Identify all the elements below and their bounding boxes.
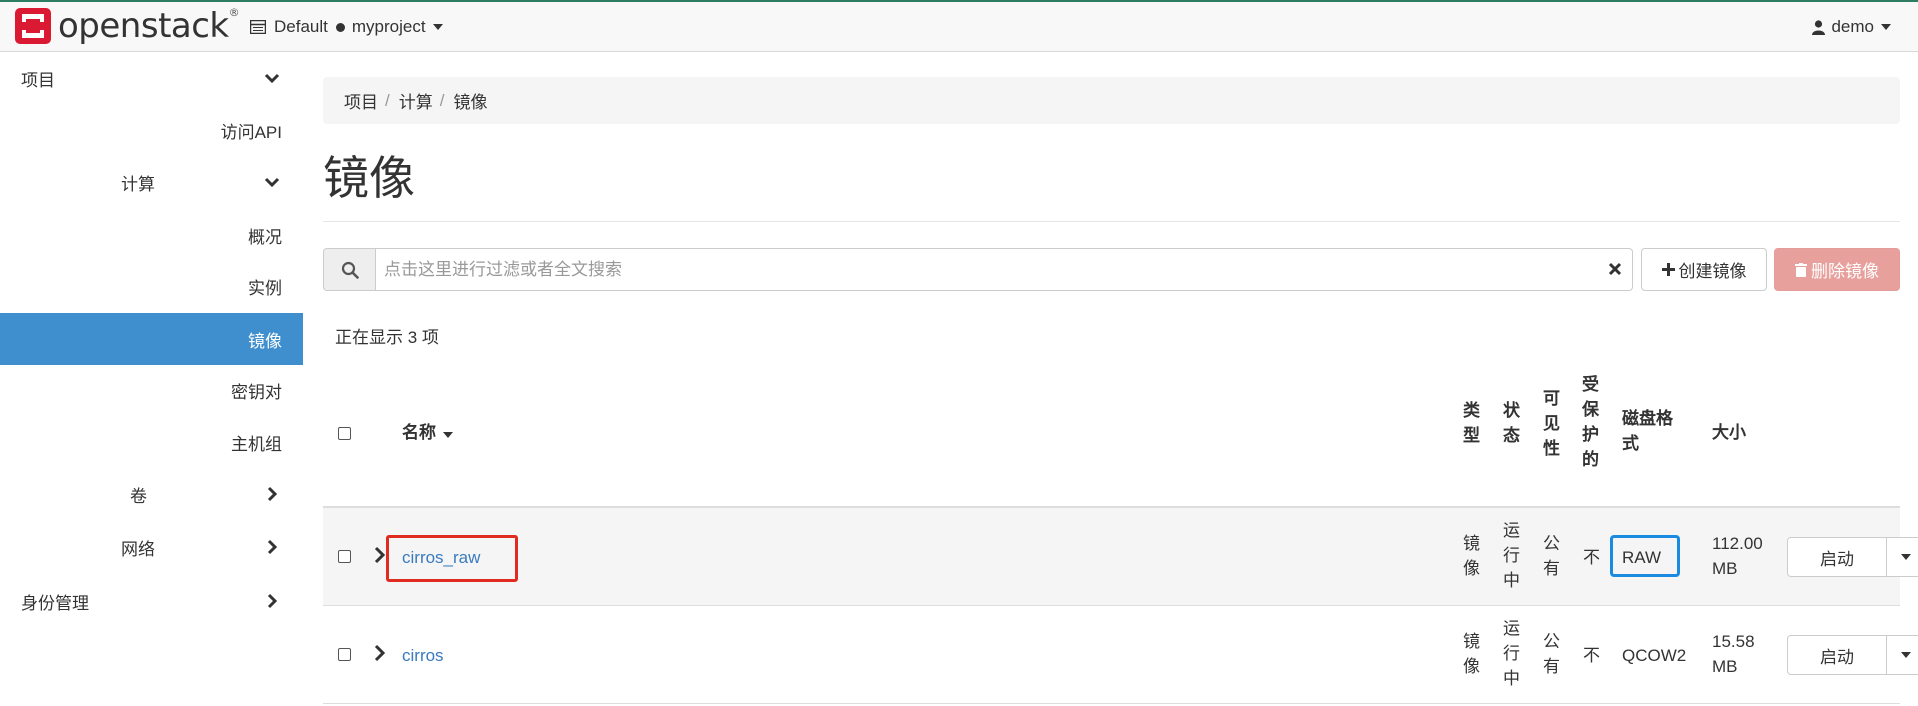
chevron-right-icon bbox=[267, 539, 278, 555]
image-type: 镜像 bbox=[1463, 632, 1480, 676]
search-bar bbox=[323, 248, 1633, 291]
breadcrumb-separator: / bbox=[385, 90, 390, 110]
sidebar-item-label: 实例 bbox=[248, 278, 282, 298]
chevron-down-icon bbox=[264, 73, 280, 84]
caret-down-icon bbox=[432, 24, 443, 30]
page-title: 镜像 bbox=[323, 152, 415, 204]
expand-row-chevron-icon[interactable] bbox=[373, 546, 387, 564]
top-navbar: openstack® Default myproject demo bbox=[0, 0, 1918, 52]
clear-search-icon[interactable] bbox=[1607, 261, 1623, 277]
image-protected: 不 bbox=[1583, 548, 1600, 567]
launch-button[interactable]: 启动 bbox=[1787, 537, 1887, 577]
image-visibility: 公有 bbox=[1543, 534, 1560, 578]
breadcrumb-item-images: 镜像 bbox=[453, 93, 488, 112]
launch-button-group: 启动 bbox=[1787, 537, 1918, 577]
user-name: demo bbox=[1831, 17, 1874, 36]
separator-dot-icon bbox=[335, 22, 345, 32]
project-table-icon bbox=[250, 20, 266, 34]
sidebar-item-identity[interactable]: 身份管理 bbox=[0, 576, 303, 626]
launch-button[interactable]: 启动 bbox=[1787, 635, 1887, 675]
caret-down-icon bbox=[1900, 652, 1911, 658]
search-icon bbox=[341, 261, 359, 279]
launch-button-group: 启动 bbox=[1787, 635, 1918, 675]
user-icon bbox=[1812, 19, 1826, 35]
create-image-button[interactable]: 创建镜像 bbox=[1641, 248, 1767, 291]
sidebar-item-label: 计算 bbox=[121, 174, 155, 194]
sidebar-item-compute[interactable]: 计算 bbox=[0, 157, 303, 207]
launch-dropdown-toggle[interactable] bbox=[1887, 635, 1918, 675]
sidebar-item-label: 密钥对 bbox=[231, 382, 282, 402]
image-name-link[interactable]: cirros bbox=[402, 643, 444, 668]
sidebar-item-label: 身份管理 bbox=[21, 593, 89, 613]
column-header-size[interactable]: 大小 bbox=[1712, 420, 1746, 445]
breadcrumb-item-compute[interactable]: 计算 bbox=[399, 88, 433, 113]
sidebar-item-label: 卷 bbox=[130, 486, 147, 506]
domain-label: Default bbox=[274, 17, 328, 36]
search-addon[interactable] bbox=[323, 248, 375, 291]
create-image-label: 创建镜像 bbox=[1678, 262, 1747, 281]
column-header-visibility[interactable]: 可见性 bbox=[1543, 386, 1561, 461]
table-row: cirros_raw 镜像 运行中 公有 不 RAW 112.00 MB 启动 bbox=[323, 508, 1918, 606]
sidebar-item-label: 主机组 bbox=[231, 434, 282, 454]
sidebar-item-label: 网络 bbox=[121, 539, 155, 559]
plus-icon bbox=[1661, 263, 1675, 276]
column-header-type[interactable]: 类型 bbox=[1463, 398, 1481, 448]
sidebar-item-label: 访问API bbox=[220, 122, 282, 142]
chevron-down-icon bbox=[264, 177, 280, 188]
row-select-checkbox[interactable] bbox=[338, 648, 351, 661]
image-size: 15.58 MB bbox=[1712, 632, 1755, 676]
brand-name: openstack® bbox=[58, 6, 240, 46]
delete-images-button[interactable]: 删除镜像 bbox=[1774, 248, 1900, 291]
image-name-link[interactable]: cirros_raw bbox=[402, 545, 480, 570]
image-disk-format: QCOW2 bbox=[1622, 646, 1687, 665]
sidebar-item-images[interactable]: 镜像 bbox=[0, 313, 303, 365]
sidebar-item-label: 概况 bbox=[248, 227, 282, 247]
items-count: 正在显示 3 项 bbox=[335, 328, 439, 347]
sidebar-item-keypairs[interactable]: 密钥对 bbox=[0, 365, 303, 415]
sidebar-item-instances[interactable]: 实例 bbox=[0, 261, 303, 311]
title-divider bbox=[323, 221, 1900, 222]
image-protected: 不 bbox=[1583, 646, 1600, 665]
chevron-right-icon bbox=[267, 486, 278, 502]
sidebar: 项目 访问API 计算 概况 实例 镜像 密钥对 主机组 卷 网络 身份管理 bbox=[0, 53, 303, 706]
image-visibility: 公有 bbox=[1543, 632, 1560, 676]
caret-down-icon bbox=[1881, 24, 1891, 30]
project-label: myproject bbox=[351, 17, 426, 36]
image-disk-format: RAW bbox=[1622, 548, 1662, 567]
sidebar-item-project[interactable]: 项目 bbox=[0, 53, 303, 103]
table-row: cirros 镜像 运行中 公有 不 QCOW2 15.58 MB 启动 bbox=[323, 606, 1918, 704]
column-header-disk-format[interactable]: 磁盘格式 bbox=[1622, 406, 1682, 456]
sidebar-item-network[interactable]: 网络 bbox=[0, 522, 303, 572]
caret-down-icon bbox=[1900, 554, 1911, 560]
image-size: 112.00 MB bbox=[1712, 534, 1763, 578]
column-header-name[interactable]: 名称 bbox=[402, 420, 453, 445]
sidebar-item-volumes[interactable]: 卷 bbox=[0, 469, 303, 519]
sidebar-item-label: 项目 bbox=[21, 70, 55, 90]
launch-dropdown-toggle[interactable] bbox=[1887, 537, 1918, 577]
column-header-status[interactable]: 状态 bbox=[1503, 398, 1521, 448]
sidebar-item-server-groups[interactable]: 主机组 bbox=[0, 417, 303, 467]
project-switcher[interactable]: Default myproject bbox=[250, 14, 443, 40]
expand-row-chevron-icon[interactable] bbox=[373, 644, 387, 662]
chevron-right-icon bbox=[267, 593, 278, 609]
breadcrumb-separator: / bbox=[439, 90, 445, 110]
user-menu[interactable]: demo bbox=[1812, 14, 1891, 40]
select-all-checkbox[interactable] bbox=[338, 427, 351, 440]
image-status: 运行中 bbox=[1503, 521, 1520, 590]
delete-images-label: 删除镜像 bbox=[1811, 262, 1879, 281]
column-header-protected[interactable]: 受保护的 bbox=[1582, 372, 1600, 472]
sidebar-item-label: 镜像 bbox=[248, 331, 282, 351]
breadcrumb: 项目 / 计算 / 镜像 bbox=[323, 77, 1900, 124]
sort-caret-icon bbox=[443, 432, 453, 438]
sidebar-item-access-api[interactable]: 访问API bbox=[0, 105, 303, 155]
image-type: 镜像 bbox=[1463, 534, 1480, 578]
openstack-logo-icon bbox=[14, 7, 52, 45]
image-status: 运行中 bbox=[1503, 619, 1520, 688]
search-input[interactable] bbox=[375, 248, 1633, 291]
brand[interactable]: openstack® bbox=[14, 6, 240, 46]
trash-icon bbox=[1795, 262, 1807, 277]
row-select-checkbox[interactable] bbox=[338, 550, 351, 563]
breadcrumb-item-project[interactable]: 项目 bbox=[344, 88, 378, 113]
sidebar-item-overview[interactable]: 概况 bbox=[0, 210, 303, 260]
